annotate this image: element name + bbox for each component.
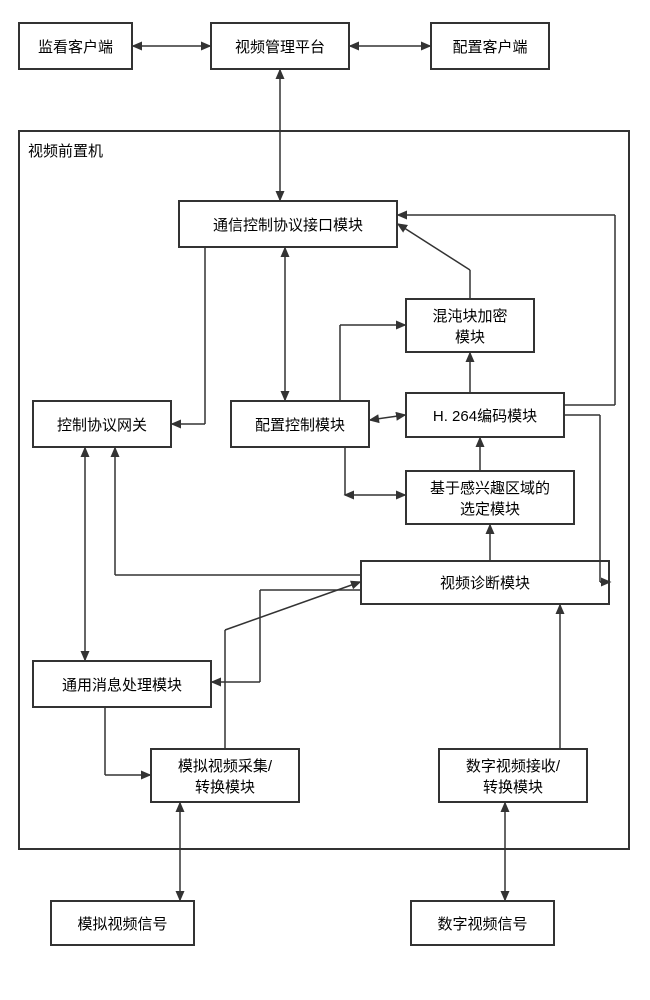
analog-signal-label: 模拟视频信号 (77, 913, 167, 934)
config-ctrl-label: 配置控制模块 (255, 414, 345, 435)
ctrl-proto-gw-box: 控制协议网关 (32, 400, 172, 448)
config-client-box: 配置客户端 (430, 22, 550, 70)
generic-msg-label: 通用消息处理模块 (62, 674, 182, 695)
monitor-client-label: 监看客户端 (38, 36, 113, 57)
video-diag-box: 视频诊断模块 (360, 560, 610, 605)
digital-recv-box: 数字视频接收/ 转换模块 (438, 748, 588, 803)
config-client-label: 配置客户端 (452, 36, 527, 57)
digital-signal-label: 数字视频信号 (437, 913, 527, 934)
roi-select-box: 基于感兴趣区域的 选定模块 (405, 470, 575, 525)
chaos-enc-label: 混沌块加密 模块 (432, 305, 507, 347)
container-label: 视频前置机 (28, 140, 103, 161)
config-ctrl-box: 配置控制模块 (230, 400, 370, 448)
comm-ctrl-iface-label: 通信控制协议接口模块 (213, 214, 363, 235)
monitor-client-box: 监看客户端 (18, 22, 133, 70)
video-diag-label: 视频诊断模块 (440, 572, 530, 593)
analog-signal-box: 模拟视频信号 (50, 900, 195, 946)
video-mgmt-label: 视频管理平台 (235, 36, 325, 57)
chaos-enc-box: 混沌块加密 模块 (405, 298, 535, 353)
comm-ctrl-iface-box: 通信控制协议接口模块 (178, 200, 398, 248)
digital-recv-label: 数字视频接收/ 转换模块 (466, 755, 560, 797)
analog-capture-label: 模拟视频采集/ 转换模块 (178, 755, 272, 797)
video-mgmt-box: 视频管理平台 (210, 22, 350, 70)
generic-msg-box: 通用消息处理模块 (32, 660, 212, 708)
roi-select-label: 基于感兴趣区域的 选定模块 (430, 477, 550, 519)
analog-capture-box: 模拟视频采集/ 转换模块 (150, 748, 300, 803)
digital-signal-box: 数字视频信号 (410, 900, 555, 946)
h264-enc-label: H. 264编码模块 (433, 405, 537, 426)
h264-enc-box: H. 264编码模块 (405, 392, 565, 438)
ctrl-proto-gw-label: 控制协议网关 (57, 414, 147, 435)
